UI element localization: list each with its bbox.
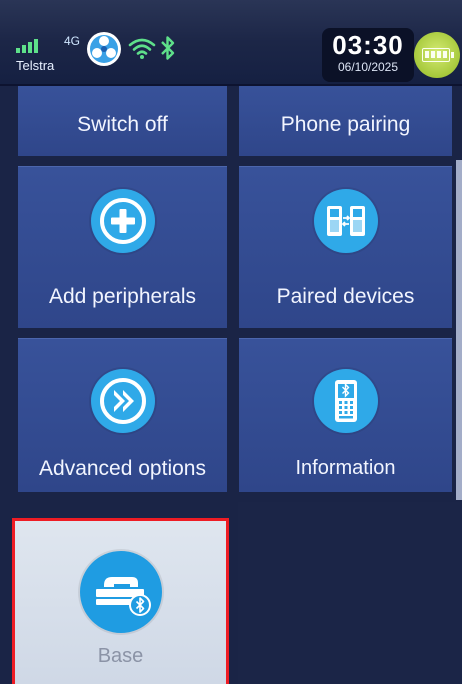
tile-label: Information: [295, 457, 396, 479]
paired-devices-icon: [313, 189, 378, 253]
signal-strength-icon: [16, 39, 38, 53]
terminal-screen: 4G Telstra 03:30 06/10/2025 Switch off P…: [0, 0, 462, 684]
tile-label: Paired devices: [276, 285, 415, 308]
clock-time: 03:30: [332, 30, 404, 60]
tile-label: Base: [97, 645, 144, 667]
plus-circle-icon: [90, 189, 155, 253]
tile-label: Switch off: [77, 113, 168, 136]
clock-display: 03:30 06/10/2025: [322, 28, 414, 82]
wifi-icon: [128, 38, 156, 59]
status-bar: 4G Telstra 03:30 06/10/2025: [0, 0, 462, 86]
connection-status-icon: [87, 32, 121, 66]
tile-information[interactable]: Information: [239, 338, 452, 492]
tile-switch-off[interactable]: Switch off: [18, 84, 227, 156]
battery-icon: [414, 32, 460, 78]
tile-label: Advanced options: [39, 457, 206, 480]
terminal-bluetooth-icon: [313, 369, 378, 433]
clock-date: 06/10/2025: [337, 60, 399, 74]
empty-grid-area: [238, 502, 462, 684]
tile-label: Add peripherals: [48, 285, 197, 308]
base-station-icon: [79, 551, 162, 633]
tile-paired-devices[interactable]: Paired devices: [239, 166, 452, 328]
tile-advanced-options[interactable]: Advanced options: [18, 338, 227, 492]
tile-base[interactable]: Base: [12, 518, 229, 684]
battery-cell: [422, 48, 454, 62]
double-chevron-icon: [90, 369, 155, 433]
carrier-name: Telstra: [16, 58, 55, 73]
tile-phone-pairing[interactable]: Phone pairing: [239, 84, 452, 156]
tile-add-peripherals[interactable]: Add peripherals: [18, 166, 227, 328]
tile-label: Phone pairing: [280, 113, 411, 136]
bluetooth-icon: [161, 36, 175, 60]
network-type: 4G: [64, 34, 81, 48]
scrollbar-track[interactable]: [456, 160, 462, 500]
